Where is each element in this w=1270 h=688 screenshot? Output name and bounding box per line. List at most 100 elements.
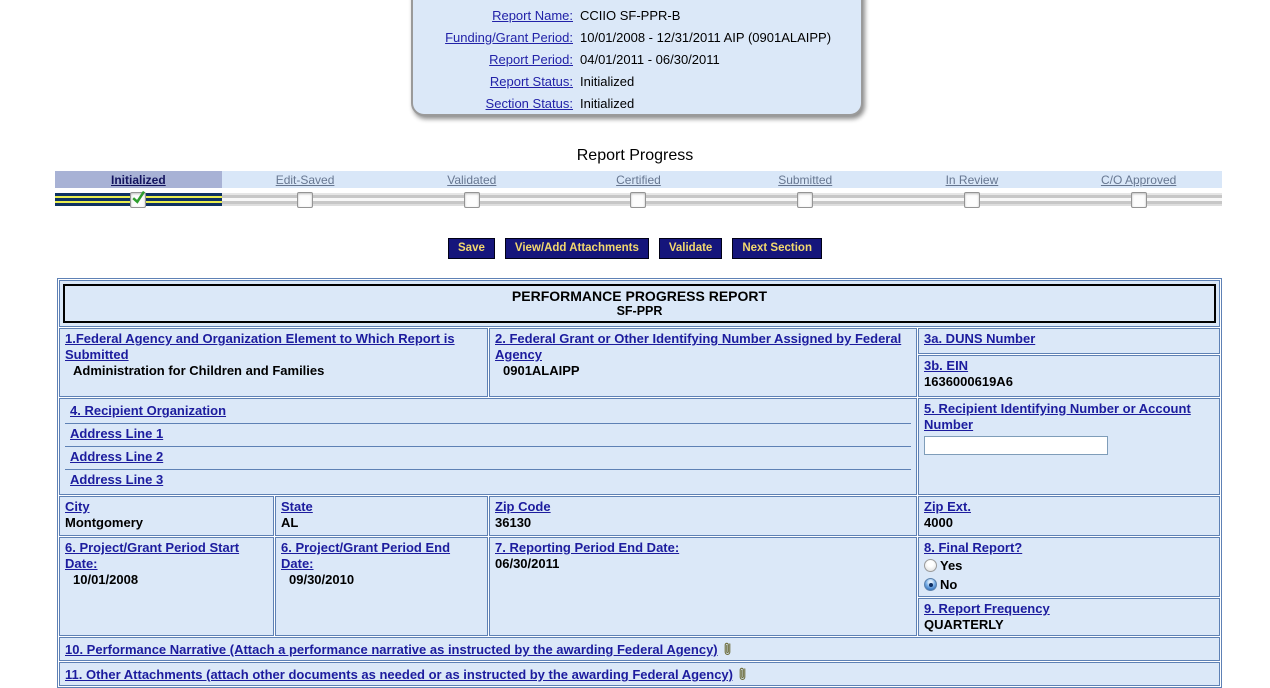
stage-label[interactable]: C/O Approved <box>1101 173 1176 187</box>
field-7-value: 06/30/2011 <box>495 556 560 571</box>
info-row: Report Status: Initialized <box>413 70 861 92</box>
toolbar: Save View/Add Attachments Validate Next … <box>0 238 1270 259</box>
stage-label[interactable]: In Review <box>946 173 999 187</box>
field-9-label[interactable]: 9. Report Frequency <box>924 601 1214 617</box>
field-11-cell: 11. Other Attachments (attach other docu… <box>59 662 1220 686</box>
stage-in-review[interactable]: In Review <box>889 171 1056 188</box>
progress-track <box>55 190 1222 208</box>
address-line-1-label[interactable]: Address Line 1 <box>65 424 911 447</box>
field-10-cell: 10. Performance Narrative (Attach a perf… <box>59 637 1220 661</box>
field-9-value: QUARTERLY <box>924 617 1004 632</box>
stage-edit-saved[interactable]: Edit-Saved <box>222 171 389 188</box>
city-value: Montgomery <box>65 515 143 530</box>
report-progress-title: Report Progress <box>576 147 694 164</box>
stage-label[interactable]: Certified <box>616 173 661 187</box>
save-button[interactable]: Save <box>448 238 495 259</box>
view-add-attachments-button[interactable]: View/Add Attachments <box>504 238 649 259</box>
field-6-end-label[interactable]: 6. Project/Grant Period End Date: <box>281 540 482 572</box>
field-6-start-label[interactable]: 6. Project/Grant Period Start Date: <box>65 540 268 572</box>
field-5-cell: 5. Recipient Identifying Number or Accou… <box>918 398 1220 495</box>
funding-grant-period-label[interactable]: Funding/Grant Period: <box>413 30 573 45</box>
field-3b-value: 1636000619A6 <box>924 374 1013 389</box>
section-status-value: Initialized <box>580 95 635 111</box>
field-6-end-cell: 6. Project/Grant Period End Date: 09/30/… <box>275 537 488 636</box>
stage-checkbox[interactable] <box>797 192 814 208</box>
report-period-value: 04/01/2011 - 06/30/2011 <box>580 51 720 67</box>
field-10-label[interactable]: 10. Performance Narrative (Attach a perf… <box>65 642 718 657</box>
final-report-no-option[interactable]: No <box>924 575 1214 594</box>
paperclip-icon[interactable] <box>737 665 748 682</box>
report-name-label[interactable]: Report Name: <box>413 8 573 23</box>
radio-yes[interactable] <box>924 559 937 572</box>
report-name-value: CCIIO SF-PPR-B <box>580 7 681 23</box>
radio-no-label: No <box>940 577 958 592</box>
stage-label[interactable]: Initialized <box>111 173 166 187</box>
final-report-yes-option[interactable]: Yes <box>924 556 1214 575</box>
radio-no[interactable] <box>924 578 937 591</box>
funding-grant-period-value: 10/01/2008 - 12/31/2011 AIP (0901ALAIPP) <box>580 29 832 45</box>
report-status-label[interactable]: Report Status: <box>413 74 573 89</box>
stage-checkbox[interactable] <box>463 192 480 208</box>
form-header-cell: PERFORMANCE PROGRESS REPORT SF-PPR <box>59 280 1220 327</box>
field-3a-label[interactable]: 3a. DUNS Number <box>924 331 1214 347</box>
stage-checkbox[interactable] <box>963 192 980 208</box>
city-cell: City Montgomery <box>59 496 274 536</box>
report-info-box: Report Name: CCIIO SF-PPR-B Funding/Gran… <box>411 0 863 116</box>
field-2-cell: 2. Federal Grant or Other Identifying Nu… <box>489 328 917 397</box>
section-status-label[interactable]: Section Status: <box>413 96 573 111</box>
field-2-label[interactable]: 2. Federal Grant or Other Identifying Nu… <box>495 331 911 363</box>
field-6-start-value: 10/01/2008 <box>73 572 139 587</box>
stage-checkbox[interactable] <box>630 192 647 208</box>
next-section-button[interactable]: Next Section <box>732 238 822 259</box>
field-2-value: 0901ALAIPP <box>503 363 580 378</box>
field-8-label[interactable]: 8. Final Report? <box>924 540 1214 556</box>
stage-label[interactable]: Validated <box>447 173 496 187</box>
stage-validated[interactable]: Validated <box>388 171 555 188</box>
stage-initialized[interactable]: Initialized <box>55 171 222 188</box>
field-5-label[interactable]: 5. Recipient Identifying Number or Accou… <box>924 401 1214 433</box>
progress-stage-labels: Initialized Edit-Saved Validated Certifi… <box>55 171 1222 188</box>
state-value: AL <box>281 515 299 530</box>
info-row: Section Status: Initialized <box>413 92 861 114</box>
field-9-cell: 9. Report Frequency QUARTERLY <box>918 598 1220 636</box>
field-8-cell: 8. Final Report? Yes No <box>918 537 1220 597</box>
validate-button[interactable]: Validate <box>658 238 723 259</box>
stage-label[interactable]: Edit-Saved <box>276 173 335 187</box>
field-1-label[interactable]: 1.Federal Agency and Organization Elemen… <box>65 331 482 363</box>
zip-code-label[interactable]: Zip Code <box>495 499 911 515</box>
stage-label[interactable]: Submitted <box>778 173 832 187</box>
field-6-start-cell: 6. Project/Grant Period Start Date: 10/0… <box>59 537 274 636</box>
field-3b-label[interactable]: 3b. EIN <box>924 358 1214 374</box>
recipient-organization-cell: 4. Recipient Organization Address Line 1… <box>59 398 917 495</box>
field-6-end-value: 09/30/2010 <box>289 572 355 587</box>
field-3a-cell: 3a. DUNS Number <box>918 328 1220 354</box>
field-3b-cell: 3b. EIN 1636000619A6 <box>918 355 1220 397</box>
stage-co-approved[interactable]: C/O Approved <box>1055 171 1222 188</box>
address-line-2-label[interactable]: Address Line 2 <box>65 447 911 470</box>
address-line-3-label[interactable]: Address Line 3 <box>65 470 911 492</box>
field-7-label[interactable]: 7. Reporting Period End Date: <box>495 540 911 556</box>
stage-checkbox[interactable] <box>297 192 314 208</box>
paperclip-icon[interactable] <box>722 640 733 657</box>
report-period-label[interactable]: Report Period: <box>413 52 573 67</box>
form-title-box: PERFORMANCE PROGRESS REPORT SF-PPR <box>63 284 1216 323</box>
recipient-identifying-number-input[interactable] <box>924 436 1108 455</box>
field-4-label[interactable]: 4. Recipient Organization <box>65 401 911 424</box>
radio-yes-label: Yes <box>940 558 963 573</box>
stage-certified[interactable]: Certified <box>555 171 722 188</box>
city-label[interactable]: City <box>65 499 268 515</box>
zip-code-cell: Zip Code 36130 <box>489 496 917 536</box>
state-cell: State AL <box>275 496 488 536</box>
zip-ext-label[interactable]: Zip Ext. <box>924 499 1214 515</box>
stage-checkbox[interactable] <box>1130 192 1147 208</box>
stage-submitted[interactable]: Submitted <box>722 171 889 188</box>
info-row: Report Name: CCIIO SF-PPR-B <box>413 4 861 26</box>
field-7-cell: 7. Reporting Period End Date: 06/30/2011 <box>489 537 917 636</box>
field-1-cell: 1.Federal Agency and Organization Elemen… <box>59 328 488 397</box>
field-1-value: Administration for Children and Families <box>73 363 325 378</box>
info-row: Funding/Grant Period: 10/01/2008 - 12/31… <box>413 26 861 48</box>
ppr-form: PERFORMANCE PROGRESS REPORT SF-PPR 1.Fed… <box>57 278 1222 688</box>
stage-checkbox[interactable] <box>130 190 147 208</box>
state-label[interactable]: State <box>281 499 482 515</box>
form-subtitle: SF-PPR <box>616 304 663 318</box>
